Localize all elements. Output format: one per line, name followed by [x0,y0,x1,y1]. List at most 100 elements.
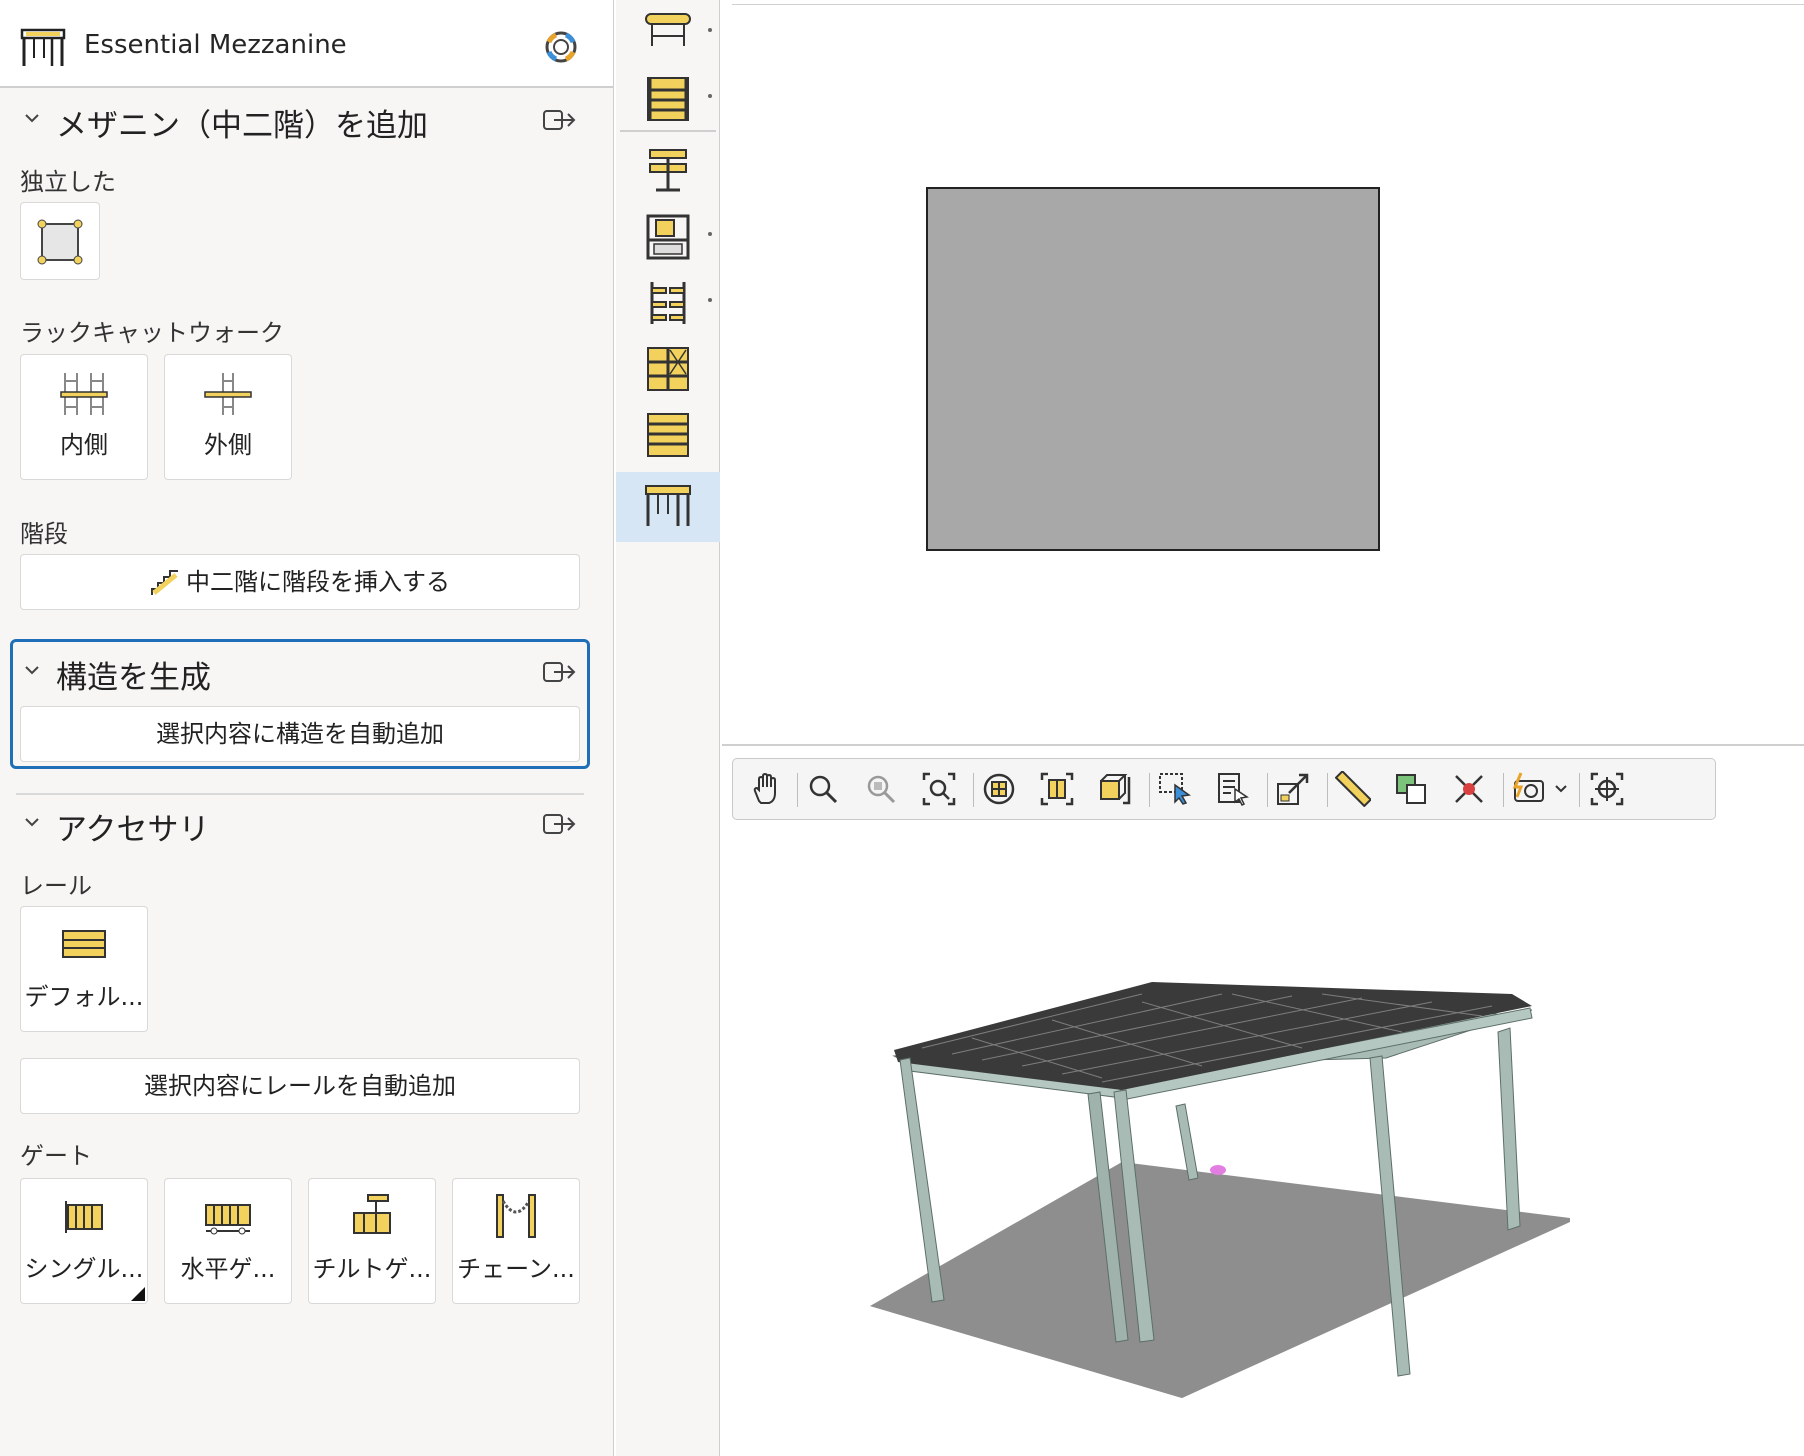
gate-tilt-button[interactable]: チルトゲ... [308,1178,436,1304]
toolbar-separator [1149,773,1150,807]
rail-icon [62,930,106,958]
dropdown-corner-icon[interactable] [131,1287,145,1301]
rack-catwalk-inside-button[interactable]: 内側 [20,354,148,480]
section-title: メザニン（中二階）を追加 [56,108,428,144]
tile-label: シングル... [24,1255,144,1283]
toolbar-separator [1579,773,1580,807]
standalone-label: 独立した [20,168,116,196]
pop-out-icon[interactable] [542,106,578,134]
rack-catwalk-outside-button[interactable]: 外側 [164,354,292,480]
more-dot [708,298,712,302]
plan-view[interactable] [722,0,1804,746]
catwalk-inside-icon [60,373,108,415]
section-title: 構造を生成 [56,660,211,696]
stairs-label: 階段 [20,520,68,548]
strip-separator [620,130,716,132]
pop-out-icon[interactable] [542,658,578,686]
zoom-icon[interactable] [805,771,841,807]
catwalk-outside-icon [204,373,252,415]
toolbar-separator [797,773,798,807]
section-generate-structure[interactable]: 構造を生成 [0,648,600,696]
toolbar-separator [1503,773,1504,807]
strip-stacker-crane[interactable] [616,138,720,204]
zoom-region-icon[interactable] [863,771,899,807]
copy-icon[interactable] [1393,771,1429,807]
panel-header: Essential Mezzanine [0,0,613,88]
select-box-icon[interactable] [1157,771,1193,807]
column-back-right [1497,1027,1521,1231]
snapshot-icon[interactable] [1511,771,1547,807]
chevron-down-icon[interactable] [22,812,42,832]
strip-shelving[interactable] [616,402,720,468]
strip-conveyor[interactable] [616,0,720,66]
strip-pallet-rack[interactable] [616,66,720,132]
pan-icon[interactable] [747,771,783,807]
rail-default-button[interactable]: デフォル... [20,906,148,1032]
select-list-icon[interactable] [1215,771,1251,807]
delete-icon[interactable] [1451,771,1487,807]
single-gate-icon [65,1201,103,1233]
target-icon[interactable] [1589,771,1625,807]
tile-label: 外側 [204,431,252,459]
toolbar-separator [973,773,974,807]
standalone-mezzanine-icon [37,219,83,265]
3d-scene[interactable] [722,748,1804,1456]
view-side-icon[interactable] [1097,771,1133,807]
tile-label: 水平ゲ... [180,1255,276,1283]
tilt-gate-icon [353,1194,391,1234]
conveyor-icon [645,13,691,46]
more-dot [708,28,712,32]
standalone-mezzanine-button[interactable] [20,202,100,280]
strip-mezzanine[interactable] [616,472,720,542]
origin-marker [1210,1165,1226,1175]
more-dot [708,94,712,98]
gate-horizontal-button[interactable]: 水平ゲ... [164,1178,292,1304]
gate-chain-button[interactable]: チェーン... [452,1178,580,1304]
more-dot [708,232,712,236]
section-accessories[interactable]: アクセサリ [0,800,600,848]
tile-label: チルトゲ... [312,1255,432,1283]
chevron-down-icon[interactable] [22,660,42,680]
auto-add-structure-button[interactable]: 選択内容に構造を自動追加 [20,706,580,762]
view-toolbar [732,758,1716,820]
gate-single-button[interactable]: シングル... [20,1178,148,1304]
move-icon[interactable] [1275,771,1311,807]
section-title: アクセサリ [56,812,210,848]
floor-plane-top [870,1162,1570,1398]
pop-out-icon[interactable] [542,810,578,838]
pallet-rack-icon [647,77,689,121]
chevron-down-icon[interactable] [1553,783,1569,795]
gate-label: ゲート [20,1142,92,1170]
section-add-mezzanine[interactable]: メザニン（中二階）を追加 [0,96,600,144]
stacker-crane-icon [649,149,687,192]
chevron-down-icon[interactable] [22,108,42,128]
view-center-icon[interactable] [981,771,1017,807]
strip-carton-flow[interactable] [616,204,720,270]
measure-icon[interactable] [1335,771,1371,807]
help-icon[interactable] [544,30,578,64]
view-front-icon[interactable] [1039,771,1075,807]
drive-in-rack-icon [647,347,689,391]
mezzanine-icon [20,28,66,66]
strip-cantilever[interactable] [616,270,720,336]
app-title: Essential Mezzanine [84,30,347,60]
toolbar-separator [1327,773,1328,807]
zoom-fit-icon[interactable] [921,771,957,807]
strip-drive-in[interactable] [616,336,720,402]
3d-view[interactable] [722,748,1804,1456]
category-strip [616,0,720,1456]
mezzanine-plan-shape[interactable] [926,187,1380,551]
properties-panel: Essential Mezzanine メザニン（中二階）を追加 独立した ラッ… [0,0,614,1456]
stairs-icon [151,570,178,595]
rack-catwalk-label: ラックキャットウォーク [20,319,284,347]
auto-add-rail-button[interactable]: 選択内容にレールを自動追加 [20,1058,580,1114]
insert-stairs-button[interactable]: 中二階に階段を挿入する [20,554,580,610]
toolbar-separator [1267,773,1268,807]
section-divider [16,793,584,795]
insert-stairs-label: 中二階に階段を挿入する [186,568,450,596]
tile-label: デフォル... [24,983,144,1011]
tile-label: 内側 [60,431,108,459]
carton-flow-icon [646,214,690,260]
horizontal-gate-icon [205,1204,251,1235]
tile-label: チェーン... [457,1255,575,1283]
